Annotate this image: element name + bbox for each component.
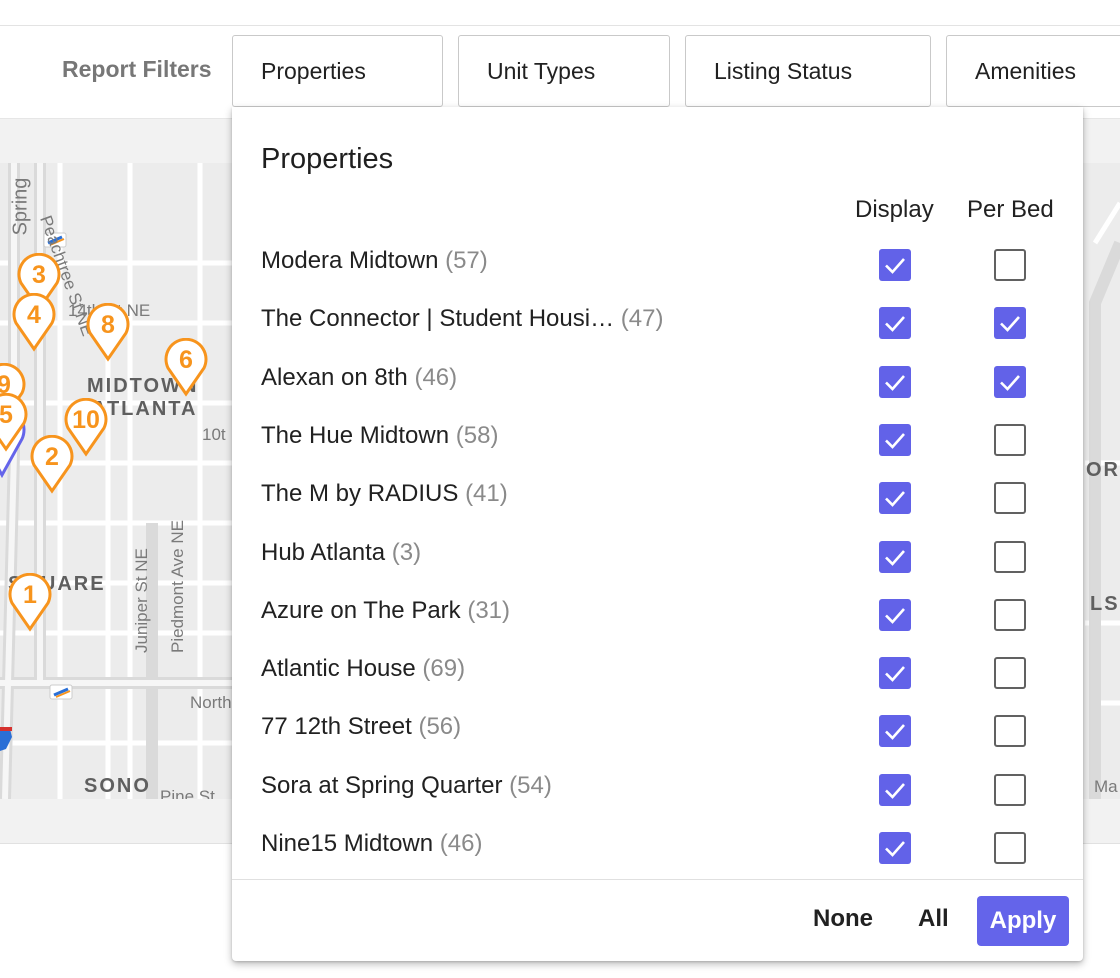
map-marker[interactable]: 8 bbox=[84, 303, 132, 363]
property-name: Alexan on 8th bbox=[261, 363, 408, 391]
property-row: 77 12th Street (56) bbox=[232, 713, 1083, 771]
property-label: 77 12th Street (56) bbox=[261, 713, 461, 741]
map-label-street: Piedmont Ave NE bbox=[168, 520, 187, 653]
map-label-street: North bbox=[190, 693, 232, 712]
property-row: Atlantic House (69) bbox=[232, 655, 1083, 713]
display-checkbox[interactable] bbox=[879, 423, 911, 456]
property-name: Azure on The Park bbox=[261, 596, 461, 624]
property-count: (46) bbox=[414, 363, 458, 391]
per-bed-checkbox[interactable] bbox=[994, 832, 1026, 864]
transit-icon bbox=[49, 684, 73, 700]
map-label-street: Ma bbox=[1094, 777, 1118, 796]
per-bed-checkbox[interactable] bbox=[994, 773, 1026, 806]
map-marker[interactable]: 2 bbox=[28, 435, 76, 495]
display-checkbox[interactable] bbox=[879, 657, 911, 690]
property-count: (47) bbox=[620, 305, 664, 333]
property-name: Sora at Spring Quarter bbox=[261, 771, 503, 799]
property-label: Modera Midtown (57) bbox=[261, 247, 488, 275]
panel-footer-divider bbox=[232, 879, 1083, 880]
filter-amenities-button[interactable]: Amenities bbox=[946, 35, 1120, 107]
per-bed-checkbox[interactable] bbox=[994, 365, 1026, 398]
per-bed-checkbox[interactable] bbox=[994, 249, 1026, 281]
display-checkbox[interactable] bbox=[879, 365, 911, 398]
map-label-street: Pine St bbox=[160, 787, 215, 799]
filter-listing-status-button[interactable]: Listing Status bbox=[685, 35, 931, 107]
display-checkbox[interactable] bbox=[879, 773, 911, 806]
display-checkbox[interactable] bbox=[879, 832, 911, 864]
per-bed-checkbox[interactable] bbox=[994, 715, 1026, 748]
map-label-district: LS bbox=[1090, 593, 1120, 615]
property-count: (41) bbox=[465, 480, 508, 508]
display-column-header: Display bbox=[855, 196, 934, 223]
panel-title: Properties bbox=[261, 143, 394, 175]
map-marker[interactable]: 4 bbox=[10, 293, 58, 353]
property-count: (3) bbox=[391, 538, 422, 566]
property-row: Sora at Spring Quarter (54) bbox=[232, 772, 1083, 830]
property-name: The Hue Midtown bbox=[261, 421, 450, 449]
property-label: Hub Atlanta (3) bbox=[261, 539, 421, 567]
property-label: Sora at Spring Quarter (54) bbox=[261, 772, 552, 800]
top-divider bbox=[0, 25, 1120, 26]
property-label: Atlantic House (69) bbox=[261, 655, 465, 683]
map-label-district: SONO bbox=[84, 775, 151, 797]
property-row: Modera Midtown (57) bbox=[232, 247, 1083, 305]
per-bed-checkbox[interactable] bbox=[994, 540, 1026, 573]
map-marker[interactable]: 5 bbox=[0, 393, 30, 453]
property-label: Azure on The Park (31) bbox=[261, 597, 510, 625]
property-label: Alexan on 8th (46) bbox=[261, 364, 457, 392]
display-checkbox[interactable] bbox=[879, 598, 911, 631]
property-label: The Hue Midtown (58) bbox=[261, 422, 498, 450]
filter-unit-types-button[interactable]: Unit Types bbox=[458, 35, 670, 107]
per-bed-column-header: Per Bed bbox=[967, 196, 1054, 223]
property-row: The Hue Midtown (58) bbox=[232, 422, 1083, 480]
property-label: The M by RADIUS (41) bbox=[261, 480, 508, 508]
property-count: (56) bbox=[418, 713, 462, 741]
per-bed-checkbox[interactable] bbox=[994, 423, 1026, 456]
property-name: Atlantic House bbox=[261, 655, 416, 683]
properties-dropdown: Properties Display Per Bed Modera Midtow… bbox=[232, 107, 1083, 961]
display-checkbox[interactable] bbox=[879, 249, 911, 281]
property-row: The M by RADIUS (41) bbox=[232, 480, 1083, 538]
display-checkbox[interactable] bbox=[879, 307, 911, 340]
per-bed-checkbox[interactable] bbox=[994, 482, 1026, 515]
property-name: Nine15 Midtown bbox=[261, 830, 434, 857]
per-bed-checkbox[interactable] bbox=[994, 657, 1026, 690]
property-row: Hub Atlanta (3) bbox=[232, 539, 1083, 597]
property-name: The M by RADIUS bbox=[261, 480, 459, 508]
property-count: (46) bbox=[439, 830, 483, 857]
property-count: (31) bbox=[467, 596, 511, 624]
property-name: Hub Atlanta bbox=[261, 538, 386, 566]
map-label-district: ORU bbox=[1086, 459, 1120, 481]
property-name: The Connector | Student Housi… bbox=[261, 305, 615, 333]
property-name: Modera Midtown bbox=[261, 247, 439, 274]
map-marker[interactable]: 1 bbox=[6, 573, 54, 633]
property-name: 77 12th Street bbox=[261, 713, 412, 741]
property-count: (54) bbox=[509, 771, 552, 799]
map-label-street: Juniper St NE bbox=[132, 548, 151, 653]
property-row: Azure on The Park (31) bbox=[232, 597, 1083, 655]
property-label: Nine15 Midtown (46) bbox=[261, 830, 482, 858]
property-label: The Connector | Student Housi… (47) bbox=[261, 305, 663, 333]
map-label-street: 10t bbox=[202, 425, 226, 444]
property-row: Alexan on 8th (46) bbox=[232, 364, 1083, 422]
map-label-street: Spring bbox=[9, 177, 32, 236]
display-checkbox[interactable] bbox=[879, 540, 911, 573]
display-checkbox[interactable] bbox=[879, 715, 911, 748]
property-count: (57) bbox=[445, 247, 488, 274]
per-bed-checkbox[interactable] bbox=[994, 598, 1026, 631]
all-button[interactable]: All bbox=[918, 905, 949, 933]
per-bed-checkbox[interactable] bbox=[994, 307, 1026, 340]
map-marker[interactable]: 6 bbox=[162, 338, 210, 398]
filter-properties-button[interactable]: Properties bbox=[232, 35, 443, 107]
apply-button[interactable]: Apply bbox=[977, 896, 1069, 946]
report-filters-label: Report Filters bbox=[62, 56, 212, 82]
property-count: (69) bbox=[422, 655, 466, 683]
property-row: The Connector | Student Housi… (47) bbox=[232, 305, 1083, 363]
property-count: (58) bbox=[455, 421, 499, 449]
display-checkbox[interactable] bbox=[879, 482, 911, 515]
none-button[interactable]: None bbox=[813, 905, 873, 933]
